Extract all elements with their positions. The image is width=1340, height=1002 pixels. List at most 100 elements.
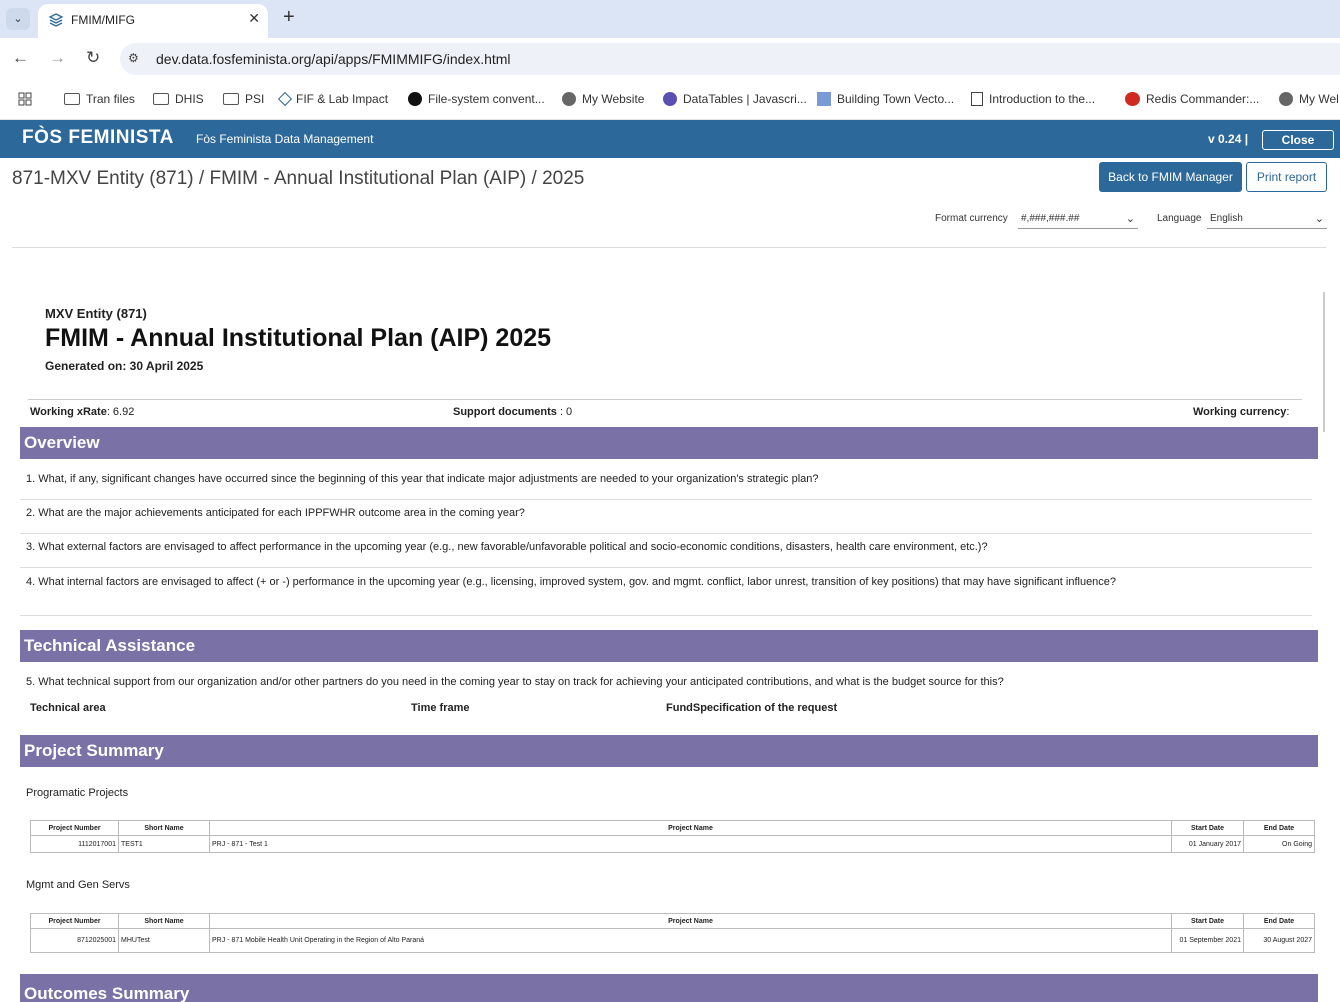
support-documents: Support documents : 0 [453, 406, 573, 418]
format-currency-label: Format currency [935, 213, 1008, 224]
col-project-name: Project Name [209, 913, 1172, 929]
col-project-number: Project Number [30, 820, 119, 836]
scrollbar[interactable] [1323, 292, 1325, 432]
new-tab-icon[interactable]: + [283, 6, 295, 29]
url-input[interactable]: ⚙ dev.data.fosfeminista.org/api/apps/FMI… [120, 43, 1340, 75]
datatables-icon [663, 92, 677, 106]
chevron-down-icon: ⌄ [1314, 213, 1324, 225]
entity-name: MXV Entity (871) [45, 306, 147, 321]
bookmark-psi[interactable]: PSI [223, 92, 264, 106]
table-header-row: Project Number Short Name Project Name S… [30, 820, 1315, 836]
working-xrate: Working xRate: 6.92 [30, 406, 135, 418]
back-arrow-icon[interactable]: ← [12, 48, 29, 68]
bookmark-building-town[interactable]: Building Town Vecto... [817, 92, 954, 106]
divider [12, 247, 1326, 248]
close-icon[interactable]: ✕ [248, 10, 260, 27]
globe-icon [1279, 92, 1293, 106]
divider [20, 533, 1312, 534]
bookmark-my-web[interactable]: My Wel [1279, 92, 1339, 106]
reload-icon[interactable]: ↻ [86, 48, 100, 68]
app-title: Fòs Feminista Data Management [196, 132, 374, 146]
fund-specification-header: FundSpecification of the request [666, 702, 838, 714]
folder-icon [153, 93, 169, 105]
back-to-manager-button[interactable]: Back to FMIM Manager [1099, 162, 1242, 192]
divider [20, 499, 1312, 500]
browser-tab[interactable]: FMIM/MIFG ✕ [38, 4, 268, 38]
close-button[interactable]: Close [1262, 130, 1334, 150]
end-date: On Going [1243, 835, 1315, 853]
print-report-button[interactable]: Print report [1246, 162, 1327, 192]
col-end-date: End Date [1243, 913, 1315, 929]
version-label: v 0.24 | [1208, 132, 1249, 146]
notion-icon [408, 92, 422, 106]
col-start-date: Start Date [1171, 820, 1244, 836]
short-name: MHUTest [118, 928, 210, 953]
mgmt-projects-table: Project Number Short Name Project Name S… [30, 913, 1315, 953]
bookmark-tran-files[interactable]: Tran files [64, 92, 135, 106]
divider [28, 399, 1302, 400]
divider [20, 615, 1312, 616]
end-date: 30 August 2027 [1243, 928, 1315, 953]
generated-date: Generated on: 30 April 2025 [45, 359, 204, 373]
col-start-date: Start Date [1171, 913, 1244, 929]
tab-title: FMIM/MIFG [71, 13, 135, 27]
technical-area-header: Technical area [30, 702, 106, 714]
layers-icon [277, 91, 293, 107]
technical-assistance-heading: Technical Assistance [20, 630, 1318, 662]
col-project-name: Project Name [209, 820, 1172, 836]
col-short-name: Short Name [118, 913, 210, 929]
bookmark-dhis[interactable]: DHIS [153, 92, 204, 106]
mgmt-gen-servs-label: Mgmt and Gen Servs [26, 879, 130, 891]
short-name: TEST1 [118, 835, 210, 853]
project-summary-heading: Project Summary [20, 735, 1318, 767]
bookmark-introduction[interactable]: Introduction to the... [971, 92, 1095, 106]
format-currency-select[interactable]: #,###,###.## ⌄ [1018, 209, 1138, 229]
language-select[interactable]: English ⌄ [1207, 209, 1327, 229]
address-bar: ← → ↻ ⚙ dev.data.fosfeminista.org/api/ap… [0, 38, 1340, 80]
project-name: PRJ - 871 - Test 1 [209, 835, 1172, 853]
language-label: Language [1157, 213, 1202, 224]
layers-icon [48, 13, 64, 27]
project-number: 8712025001 [30, 928, 119, 953]
col-project-number: Project Number [30, 913, 119, 929]
outcomes-summary-heading: Outcomes Summary [20, 974, 1318, 1002]
chevron-down-icon: ⌄ [1125, 213, 1135, 225]
col-end-date: End Date [1243, 820, 1315, 836]
table-header-row: Project Number Short Name Project Name S… [30, 913, 1315, 929]
app-logo: FÒS FEMINISTA [22, 127, 174, 148]
app-header: FÒS FEMINISTA Fòs Feminista Data Managem… [0, 120, 1340, 158]
url-text: dev.data.fosfeminista.org/api/apps/FMIMM… [156, 51, 511, 67]
bookmarks-bar: Tran files DHIS PSI FIF & Lab Impact Fil… [0, 80, 1340, 120]
forward-arrow-icon[interactable]: → [49, 48, 66, 68]
question-5: 5. What technical support from our organ… [26, 676, 1004, 688]
start-date: 01 January 2017 [1171, 835, 1244, 853]
bookmark-redis[interactable]: Redis Commander:... [1125, 92, 1259, 106]
repo-icon [817, 92, 831, 106]
project-number: 1112017001 [30, 835, 119, 853]
start-date: 01 September 2021 [1171, 928, 1244, 953]
apps-grid-icon[interactable] [18, 92, 32, 106]
time-frame-header: Time frame [411, 702, 470, 714]
working-currency: Working currency: [1193, 406, 1290, 418]
site-settings-icon[interactable]: ⚙ [128, 51, 139, 65]
bookmark-my-website[interactable]: My Website [562, 92, 644, 106]
project-name: PRJ - 871 Mobile Health Unit Operating i… [209, 928, 1172, 953]
folder-icon [64, 93, 80, 105]
programatic-projects-table: Project Number Short Name Project Name S… [30, 820, 1315, 853]
divider [20, 567, 1312, 568]
redis-icon [1125, 92, 1140, 106]
table-row: 8712025001 MHUTest PRJ - 871 Mobile Heal… [30, 928, 1315, 953]
bookmark-file-system[interactable]: File-system convent... [408, 92, 545, 106]
question-1: 1. What, if any, significant changes hav… [26, 473, 819, 485]
bookmark-datatables[interactable]: DataTables | Javascri... [663, 92, 807, 106]
col-short-name: Short Name [118, 820, 210, 836]
browser-tab-bar: ⌄ FMIM/MIFG ✕ + [0, 0, 1340, 38]
question-4: 4. What internal factors are envisaged t… [26, 576, 1117, 588]
globe-icon [562, 92, 576, 106]
tab-search-button[interactable]: ⌄ [6, 8, 30, 30]
question-3: 3. What external factors are envisaged t… [26, 541, 988, 553]
document-icon [971, 92, 983, 106]
programatic-projects-label: Programatic Projects [26, 787, 129, 799]
breadcrumb: 871-MXV Entity (871) / FMIM - Annual Ins… [12, 168, 585, 189]
bookmark-fif-lab[interactable]: FIF & Lab Impact [277, 91, 388, 107]
